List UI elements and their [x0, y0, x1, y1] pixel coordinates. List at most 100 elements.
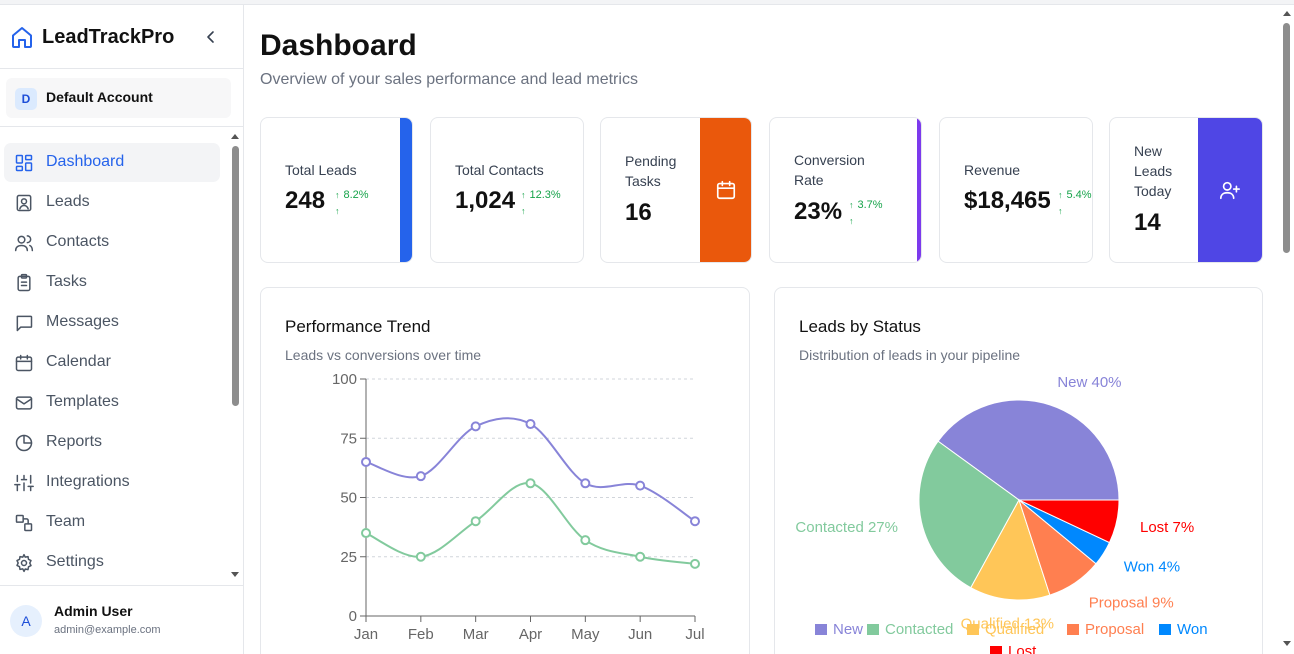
sidebar-item-calendar[interactable]: Calendar: [4, 343, 220, 382]
data-point-conversions[interactable]: [415, 551, 426, 562]
stat-change: ↑ 12.3% ↑: [521, 189, 561, 216]
main-scrollbar[interactable]: [1280, 5, 1294, 654]
account-switcher[interactable]: D Default Account: [6, 78, 231, 118]
stat-label: New Leads Today: [1134, 143, 1173, 199]
sidebar-item-leads[interactable]: Leads: [4, 183, 220, 222]
stat-label: Pending Tasks: [625, 153, 677, 189]
sidebar-item-templates[interactable]: Templates: [4, 383, 220, 422]
stat-change: ↑ 8.2% ↑: [335, 189, 369, 216]
legend-label: Proposal: [1085, 621, 1144, 638]
legend-swatch: [1067, 624, 1079, 635]
sidebar-item-label: Dashboard: [46, 153, 125, 170]
stat-accent-bar: [400, 118, 412, 262]
divider: [0, 585, 243, 586]
sidebar-item-team[interactable]: Team: [4, 503, 220, 542]
data-point-leads[interactable]: [361, 456, 371, 467]
y-tick-label: 0: [349, 608, 357, 625]
y-tick-label: 50: [340, 490, 357, 507]
stat-card-total-contacts[interactable]: Total Contacts 1,024 ↑ 12.3% ↑: [430, 117, 584, 263]
sidebar-item-label: Reports: [46, 433, 103, 450]
avatar: A: [10, 605, 42, 637]
data-point-leads[interactable]: [635, 480, 646, 491]
scroll-up-arrow[interactable]: [231, 134, 239, 139]
data-point-conversions[interactable]: [690, 558, 700, 569]
stat-change-value: 3.7%: [857, 199, 883, 211]
chevron-left-icon[interactable]: [203, 29, 219, 45]
sidebar: LeadTrackPro D Default Account Dashboard…: [0, 5, 244, 654]
scroll-down-arrow[interactable]: [1283, 641, 1291, 646]
sidebar-item-messages[interactable]: Messages: [4, 303, 220, 342]
user-profile[interactable]: A Admin User admin@example.com: [0, 590, 243, 650]
x-tick-label: Jan: [354, 626, 378, 643]
stat-label: Revenue: [964, 162, 1021, 178]
data-point-conversions[interactable]: [470, 516, 481, 527]
scroll-up-arrow[interactable]: [1283, 11, 1291, 16]
sidebar-item-settings[interactable]: Settings: [4, 543, 220, 582]
tasks-icon: [14, 273, 34, 293]
status-chart-card: Leads by Status Distribution of leads in…: [774, 287, 1263, 654]
stat-card-new-leads-today[interactable]: New Leads Today 14: [1109, 117, 1263, 263]
app-root: LeadTrackPro D Default Account Dashboard…: [0, 0, 1294, 654]
team-icon: [15, 514, 33, 532]
data-point-conversions[interactable]: [580, 535, 591, 546]
legend-swatch: [867, 624, 879, 635]
data-point-leads[interactable]: [470, 421, 481, 432]
slice-label: Won 4%: [1124, 558, 1180, 575]
leads-icon: [16, 194, 32, 212]
reports-icon: [14, 433, 34, 453]
dashboard-icon: [15, 154, 33, 172]
data-point-leads[interactable]: [690, 516, 700, 527]
stat-label: Total Leads: [285, 162, 357, 178]
slice-label: Contacted 27%: [795, 519, 898, 536]
data-point-leads[interactable]: [415, 471, 426, 482]
stat-card-pending-tasks[interactable]: Pending Tasks 16: [600, 117, 752, 263]
data-point-conversions[interactable]: [635, 551, 646, 562]
stat-icon-box: [700, 118, 751, 262]
pie-chart: New 40%Contacted 27%Qualified 13%Proposa…: [795, 374, 1208, 654]
user-plus-icon: [1220, 181, 1240, 200]
line-chart: 0255075100JanFebMarAprMayJunJulleadsconv…: [332, 371, 705, 654]
y-tick-label: 100: [332, 371, 357, 388]
dashboard-icon: [14, 153, 34, 173]
x-tick-label: May: [571, 626, 600, 643]
sidebar-item-label: Contacts: [46, 233, 110, 250]
sidebar-item-reports[interactable]: Reports: [4, 423, 220, 462]
scrollbar-thumb[interactable]: [232, 146, 239, 406]
data-point-conversions[interactable]: [361, 528, 371, 539]
sidebar-scrollbar[interactable]: [229, 134, 241, 582]
tasks-icon: [17, 273, 31, 292]
stat-card-conversion-rate[interactable]: Conversion Rate 23% ↑ 3.7% ↑: [769, 117, 922, 263]
scrollbar-thumb[interactable]: [1283, 23, 1290, 253]
calendar-icon: [15, 354, 33, 372]
stat-card-revenue[interactable]: Revenue $18,465 ↑ 5.4% ↑: [939, 117, 1093, 263]
stat-change: ↑ 5.4% ↑: [1058, 189, 1092, 216]
brand-header: LeadTrackPro: [0, 5, 243, 69]
home-icon[interactable]: [10, 25, 34, 49]
user-name: Admin User: [54, 603, 133, 619]
contacts-icon: [14, 233, 34, 253]
legend-label: Lost: [1008, 643, 1037, 654]
stat-card-total-leads[interactable]: Total Leads 248 ↑ 8.2% ↑: [260, 117, 413, 263]
calendar-icon: [716, 180, 736, 200]
integrations-icon: [14, 474, 34, 492]
scroll-down-arrow[interactable]: [231, 572, 239, 577]
stat-value: 23%: [794, 198, 843, 225]
data-point-leads[interactable]: [525, 419, 536, 430]
x-tick-label: Jun: [628, 626, 652, 643]
stat-value: $18,465: [964, 187, 1051, 214]
page-title: Dashboard: [260, 29, 417, 62]
performance-chart-card: Performance Trend Leads vs conversions o…: [260, 287, 750, 654]
calendar-icon: [14, 353, 34, 373]
data-point-leads[interactable]: [580, 478, 591, 489]
app-name: LeadTrackPro: [42, 26, 175, 48]
sidebar-item-label: Messages: [46, 313, 119, 330]
account-name: Default Account: [46, 89, 153, 105]
page-subtitle: Overview of your sales performance and l…: [260, 71, 638, 88]
sidebar-item-label: Tasks: [46, 273, 87, 290]
legend-swatch: [1159, 624, 1171, 635]
sidebar-item-integrations[interactable]: Integrations: [4, 463, 220, 502]
sidebar-item-tasks[interactable]: Tasks: [4, 263, 220, 302]
sidebar-item-dashboard[interactable]: Dashboard: [4, 143, 220, 182]
sidebar-item-contacts[interactable]: Contacts: [4, 223, 220, 262]
data-point-conversions[interactable]: [525, 478, 536, 489]
